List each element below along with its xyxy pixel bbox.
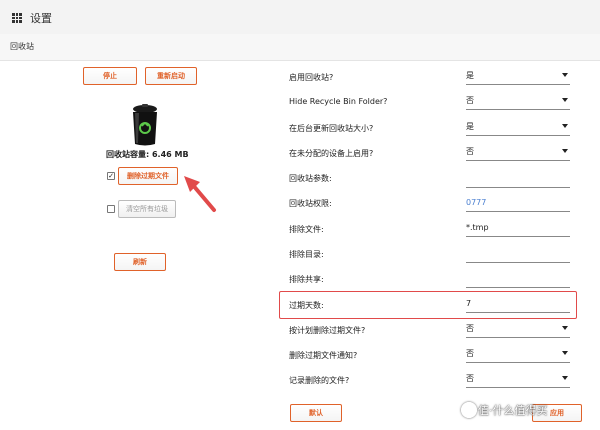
setting-label-expire-days: 过期天数: bbox=[289, 301, 324, 310]
setting-label-log-deleted: 记录删除的文件? bbox=[289, 376, 350, 385]
section-title: 回收站 bbox=[10, 42, 34, 51]
expire-days-input[interactable]: 7 bbox=[466, 298, 570, 313]
empty-all-checkbox[interactable] bbox=[107, 205, 115, 213]
hide-folder-select[interactable]: 否 bbox=[466, 95, 570, 110]
setting-label-unassigned: 在未分配的设备上启用? bbox=[289, 149, 374, 158]
chevron-down-icon bbox=[562, 124, 568, 128]
setting-label-exclude-files: 排除文件: bbox=[289, 225, 324, 234]
section-bar: 回收站 bbox=[0, 34, 600, 61]
empty-all-button[interactable]: 清空所有垃圾 bbox=[118, 200, 176, 218]
delete-expired-checkbox[interactable]: ✓ bbox=[107, 172, 115, 180]
chevron-down-icon bbox=[562, 73, 568, 77]
chevron-down-icon bbox=[562, 376, 568, 380]
setting-label-hide-folder: Hide Recycle Bin Folder? bbox=[289, 97, 388, 106]
params-input[interactable] bbox=[466, 173, 570, 188]
chevron-down-icon bbox=[562, 149, 568, 153]
setting-label-params: 回收站参数: bbox=[289, 174, 332, 183]
pointer-arrow-icon bbox=[184, 176, 216, 212]
watermark-text: 值·什么值得买 bbox=[478, 404, 548, 417]
chevron-down-icon bbox=[562, 98, 568, 102]
background-update-select[interactable]: 是 bbox=[466, 121, 570, 136]
enable-select[interactable]: 是 bbox=[466, 70, 570, 85]
trash-bin-icon bbox=[133, 104, 157, 146]
watermark-logo-icon bbox=[461, 402, 477, 418]
restart-button[interactable]: 重新启动 bbox=[145, 67, 197, 85]
permission-input[interactable]: 0777 bbox=[466, 197, 570, 212]
setting-label-background-update: 在后台更新回收站大小? bbox=[289, 124, 374, 133]
notify-select[interactable]: 否 bbox=[466, 348, 570, 363]
setting-label-exclude-dirs: 排除目录: bbox=[289, 250, 324, 259]
setting-label-scheduled-delete: 按计划删除过期文件? bbox=[289, 326, 366, 335]
chevron-down-icon bbox=[562, 326, 568, 330]
chevron-down-icon bbox=[562, 351, 568, 355]
refresh-button[interactable]: 刷新 bbox=[114, 253, 166, 271]
capacity-label: 回收站容量: 6.46 MB bbox=[106, 150, 189, 159]
page-title: 设置 bbox=[30, 12, 52, 25]
exclude-dirs-input[interactable] bbox=[466, 248, 570, 263]
stop-button[interactable]: 停止 bbox=[83, 67, 137, 85]
unassigned-select[interactable]: 否 bbox=[466, 146, 570, 161]
setting-label-exclude-shares: 排除共享: bbox=[289, 275, 324, 284]
setting-label-permission: 回收站权限: bbox=[289, 199, 332, 208]
grid-menu-icon[interactable] bbox=[12, 13, 22, 23]
top-bar: 设置 bbox=[0, 0, 600, 35]
exclude-shares-input[interactable] bbox=[466, 273, 570, 288]
default-button[interactable]: 默认 bbox=[290, 404, 342, 422]
setting-label-enable: 启用回收站? bbox=[289, 73, 334, 82]
log-deleted-select[interactable]: 否 bbox=[466, 373, 570, 388]
scheduled-delete-select[interactable]: 否 bbox=[466, 323, 570, 338]
exclude-files-input[interactable]: *.tmp bbox=[466, 222, 570, 237]
delete-expired-button[interactable]: 删除过期文件 bbox=[118, 167, 178, 185]
setting-label-notify: 删除过期文件通知? bbox=[289, 351, 358, 360]
